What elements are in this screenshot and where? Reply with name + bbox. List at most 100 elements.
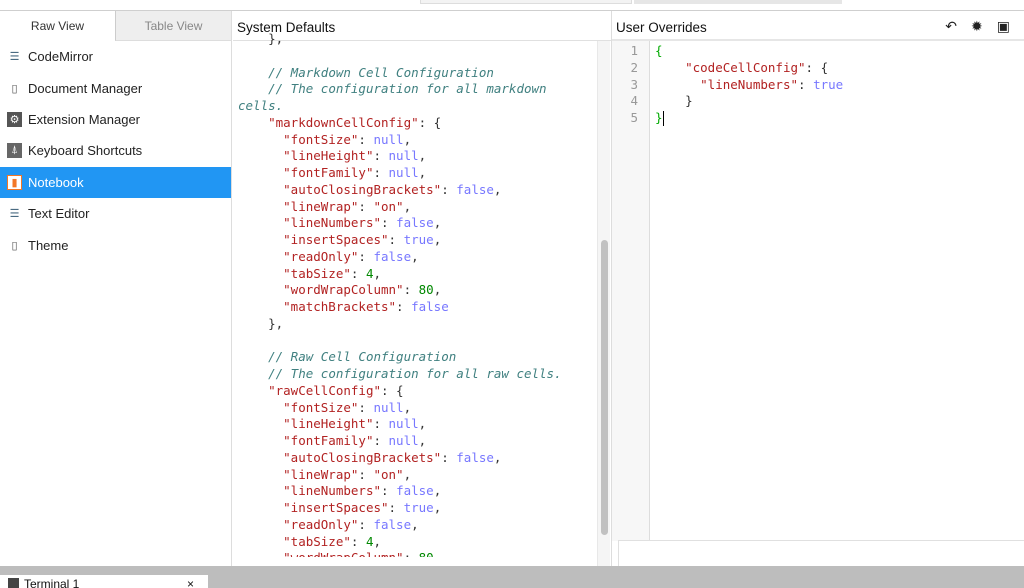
scrollbar-thumb[interactable] [601,240,608,535]
sidebar-item-text-editor[interactable]: ☰ Text Editor [0,198,231,229]
code-line: "autoClosingBrackets": false, [238,450,596,467]
line-number: 1 [630,43,638,58]
code-token: : [396,299,412,314]
code-token: : [388,232,404,247]
code-token: "autoClosingBrackets" [283,449,442,465]
code-token: : [358,466,374,482]
sidebar-item-label: Extension Manager [28,111,141,127]
bug-icon[interactable]: ✹ [971,18,983,35]
text-file-icon: ☰ [9,208,20,221]
code-token: : [358,248,374,264]
line-number: 4 [630,93,638,109]
code-token: "tabSize" [283,265,351,281]
code-line: // Raw Cell Configuration [238,349,596,366]
code-token: false [396,483,434,499]
sidebar-item-codemirror[interactable]: ☰ CodeMirror [0,41,231,72]
code-token: "wordWrapColumn" [283,550,403,557]
code-token: "readOnly" [283,248,359,264]
code-token: , [403,399,412,415]
scrollbar[interactable] [597,41,610,566]
code-line: "readOnly": false, [238,517,596,534]
code-token: : [441,449,457,465]
line-numbers: 12345 [612,43,638,127]
code-token: // The configuration for all markdown [268,81,547,97]
code-token: , [403,466,412,482]
save-icon[interactable]: ▣ [997,18,1010,35]
sidebar-item-label: Theme [28,237,69,253]
code-line: "tabSize": 4, [238,534,596,551]
code-token: { [655,43,663,58]
code-line: "fontSize": null, [238,400,596,417]
line-number: 2 [630,59,638,75]
sidebar-item-notebook[interactable]: ▮ Notebook [0,166,231,198]
code-token: : [358,516,374,532]
terminal-tab[interactable]: Terminal 1 × [0,575,208,588]
code-line: // Markdown Cell Configuration [238,65,596,82]
top-tab[interactable] [634,0,842,4]
undo-icon[interactable]: ↶ [945,18,957,35]
gear-icon: ⚙ [7,111,22,127]
tab-table-view[interactable]: Table View [115,11,231,41]
code-token: , [493,449,502,465]
close-icon[interactable]: × [187,575,194,588]
code-token: : [350,533,366,549]
code-line: "lineNumbers": false, [238,483,596,500]
code-token: null [388,148,419,164]
top-tab[interactable] [420,0,632,4]
code-token: , [433,215,442,231]
code-token: : { [805,59,829,75]
code-line: "markdownCellConfig": { [238,115,596,132]
sidebar-item-document-manager[interactable]: ▯ Document Manager [0,72,231,103]
code-token: "fontSize" [283,399,359,415]
code-token: 80 [418,282,434,298]
code-line: "lineWrap": "on", [238,467,596,484]
code-token: false [373,516,412,532]
code-token: "on" [373,198,404,214]
terminal-icon [8,578,19,588]
user-overrides-editor[interactable]: { "codeCellConfig": { "lineNumbers": tru… [655,43,843,127]
code-token: , [411,516,419,532]
notebook-icon: ▮ [7,174,22,190]
code-token: : [373,416,389,432]
sidebar-item-keyboard-shortcuts[interactable]: ⍋ Keyboard Shortcuts [0,135,231,166]
code-line: "fontFamily": null, [238,433,596,450]
code-token: true [813,76,844,92]
code-token: "lineWrap" [283,198,359,214]
sidebar-item-label: Document Manager [28,80,143,96]
code-token: "markdownCellConfig" [268,114,419,130]
tab-raw-view[interactable]: Raw View [0,11,115,41]
code-token: : [381,215,397,231]
code-token: null [388,416,419,432]
code-token: : [358,198,374,214]
editor-footer [618,540,1024,566]
code-line: "matchBrackets": false [238,299,596,316]
code-token: cells. [238,98,284,113]
code-token: , [403,198,412,214]
code-token: "lineNumbers" [283,483,381,499]
code-token: false [456,449,494,465]
plugin-list: ☰ CodeMirror ▯ Document Manager ⚙ Extension M… [0,41,231,261]
code-token: , [493,181,502,197]
code-token: : [358,131,374,147]
code-token: "autoClosingBrackets" [283,181,442,197]
sidebar-item-extension-manager[interactable]: ⚙ Extension Manager [0,104,231,135]
code-line: { [655,43,843,60]
code-token: true [403,500,434,515]
code-line: } [655,110,843,127]
system-defaults-editor[interactable]: }, // Markdown Cell Configuration // The… [238,31,596,557]
code-token: : { [381,382,404,398]
code-token: "matchBrackets" [283,299,397,314]
sidebar-item-theme[interactable]: ▯ Theme [0,229,231,260]
